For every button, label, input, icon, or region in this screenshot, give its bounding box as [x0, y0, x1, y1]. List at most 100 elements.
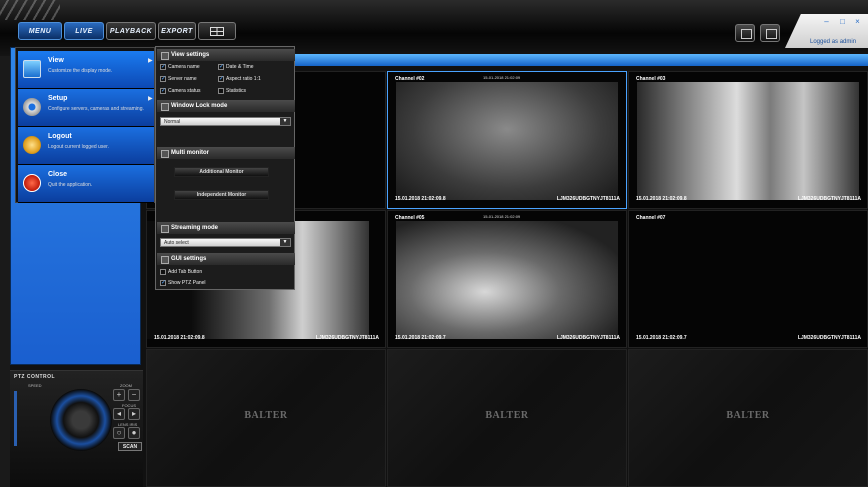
power-icon	[23, 174, 41, 192]
menu-item-desc: Configure servers, cameras and streaming…	[48, 106, 144, 112]
camera-tile-2[interactable]: Channel #02 15-01-2018 21:02:09 15.01.20…	[387, 71, 627, 209]
camera-tile-9[interactable]: BALTER	[628, 349, 868, 487]
menu-button[interactable]: MENU	[18, 22, 62, 40]
grid-icon	[210, 26, 224, 36]
speed-label: SPEED	[28, 383, 42, 388]
camera-name-checkbox[interactable]: ✓ Camera name	[160, 64, 200, 70]
logo-stripe	[0, 0, 60, 20]
server-name-checkbox[interactable]: ✓ Server name	[160, 76, 197, 82]
camera-tile-6[interactable]: Channel #07 15.01.2018 21:02:09.7 LJM326…	[628, 210, 868, 348]
camera-feed	[637, 82, 859, 200]
select-value: Auto select	[164, 240, 189, 246]
submenu-arrow-icon: ▶	[148, 96, 153, 102]
close-icon[interactable]: ×	[853, 17, 862, 26]
gear-icon	[23, 98, 41, 116]
channel-name: Channel #07	[636, 215, 666, 221]
statistics-checkbox[interactable]: Statistics	[218, 88, 246, 94]
date-time-checkbox[interactable]: ✓ Date & Time	[218, 64, 254, 70]
camera-timestamp: 15.01.2018 21:02:09.8	[395, 196, 446, 202]
monitor-icon	[23, 60, 41, 78]
show-ptz-panel-checkbox[interactable]: ✓ Show PTZ Panel	[160, 280, 206, 286]
zoom-out-icon[interactable]: −	[128, 389, 140, 401]
zoom-in-icon[interactable]: +	[113, 389, 125, 401]
check-icon: ✓	[218, 76, 225, 82]
channel-name: Channel #03	[636, 76, 666, 82]
menu-item-view[interactable]: View Customize the display mode. ▶	[18, 51, 154, 89]
ptz-control-panel: PTZ CONTROL SPEED ZOOM + − FOCUS ◂ ▸ LEN…	[10, 370, 143, 487]
monitor-layout-button[interactable]	[760, 24, 780, 42]
ptz-joystick[interactable]	[50, 389, 112, 451]
fullscreen-button[interactable]	[735, 24, 755, 42]
camera-id: LJM326UDBGTNYJT8111A	[797, 335, 861, 341]
speed-slider[interactable]	[14, 391, 17, 446]
add-tab-button-checkbox[interactable]: Add Tab Button	[160, 269, 202, 275]
check-icon: ✓	[160, 76, 167, 82]
gui-settings-header: GUI settings	[157, 253, 295, 265]
check-icon: ✓	[160, 64, 167, 70]
camera-feed	[396, 221, 618, 339]
iris-close-icon[interactable]: ●	[128, 427, 140, 439]
camera-tile-5[interactable]: Channel #05 15-01-2018 21:02:09 15.01.20…	[387, 210, 627, 348]
window-lock-select[interactable]: Normal ▼	[160, 117, 291, 126]
camera-id: LJM326UDBGTNYJT8111A	[556, 196, 620, 202]
focus-near-icon[interactable]: ◂	[113, 408, 125, 420]
camera-timestamp: 15.01.2018 21:02:09.7	[636, 335, 687, 341]
menu-item-title: View	[48, 57, 64, 64]
menu-item-desc: Logout current logged user.	[48, 144, 109, 150]
minimize-icon[interactable]: –	[822, 17, 831, 26]
unchecked-box	[160, 269, 166, 275]
window-lock-header: Window Lock mode	[157, 100, 295, 112]
chevron-down-icon: ▼	[280, 118, 290, 125]
chevron-down-icon: ▼	[280, 239, 290, 246]
check-icon: ✓	[160, 88, 167, 94]
camera-id: LJM326UDBGTNYJT8111A	[556, 335, 620, 341]
logged-user-label: Logged as admin	[810, 39, 857, 45]
streaming-mode-select[interactable]: Auto select ▼	[160, 238, 291, 247]
main-menu: View Customize the display mode. ▶ Setup…	[15, 47, 155, 203]
layout-grid-button[interactable]	[198, 22, 236, 40]
menu-item-logout[interactable]: Logout Logout current logged user.	[18, 127, 154, 165]
checkbox-label: Server name	[168, 76, 197, 82]
menu-item-title: Setup	[48, 95, 68, 102]
view-settings-menu: View settings ✓ Camera name ✓ Date & Time …	[155, 46, 295, 290]
checkbox-label: Show PTZ Panel	[168, 280, 206, 286]
checkbox-label: Camera name	[168, 64, 200, 70]
focus-far-icon[interactable]: ▸	[128, 408, 140, 420]
overlay-timestamp: 15-01-2018 21:02:09	[483, 214, 521, 219]
check-icon: ✓	[160, 280, 167, 286]
menu-item-title: Logout	[48, 133, 72, 140]
menu-item-setup[interactable]: Setup Configure servers, cameras and str…	[18, 89, 154, 127]
camera-timestamp: 15.01.2018 21:02:09.7	[395, 335, 446, 341]
camera-feed	[396, 82, 618, 200]
select-value: Normal	[164, 119, 181, 125]
additional-monitor-button[interactable]: Additional Monitor	[174, 167, 269, 177]
camera-tile-3[interactable]: Channel #03 15.01.2018 21:02:09.8 LJM326…	[628, 71, 868, 209]
menu-item-desc: Customize the display mode.	[48, 68, 113, 74]
camera-tile-7[interactable]: BALTER	[146, 349, 386, 487]
iris-open-icon[interactable]: ○	[113, 427, 125, 439]
independent-monitor-button[interactable]: Independent Monitor	[174, 190, 269, 200]
menu-item-desc: Quit the application.	[48, 182, 93, 188]
menu-item-close[interactable]: Close Quit the application.	[18, 165, 154, 203]
aspect-ratio-checkbox[interactable]: ✓ Aspect ratio 1:1	[218, 76, 261, 82]
camera-timestamp: 15.01.2018 21:02:09.8	[154, 335, 205, 341]
playback-button[interactable]: PLAYBACK	[106, 22, 156, 40]
view-settings-header: View settings	[157, 49, 295, 61]
overlay-timestamp: 15-01-2018 21:02:09	[483, 75, 521, 80]
checkbox-label: Statistics	[226, 88, 247, 94]
live-button[interactable]: LIVE	[64, 22, 104, 40]
ptz-title: PTZ CONTROL	[14, 374, 56, 380]
app-window: MENU LIVE PLAYBACK EXPORT – □ × Logged a…	[0, 0, 868, 487]
channel-name: Channel #02	[395, 76, 425, 82]
camera-tile-8[interactable]: BALTER	[387, 349, 627, 487]
multi-monitor-header: Multi monitor	[157, 147, 295, 159]
zoom-label: ZOOM	[120, 383, 132, 388]
checkbox-label: Aspect ratio 1:1	[226, 76, 261, 82]
camera-status-checkbox[interactable]: ✓ Camera status	[160, 88, 201, 94]
brand-watermark: BALTER	[726, 410, 770, 421]
channel-name: Channel #05	[395, 215, 425, 221]
scan-button[interactable]: SCAN	[118, 442, 142, 451]
checkbox-label: Date & Time	[226, 64, 254, 70]
export-button[interactable]: EXPORT	[158, 22, 196, 40]
maximize-icon[interactable]: □	[838, 17, 847, 26]
